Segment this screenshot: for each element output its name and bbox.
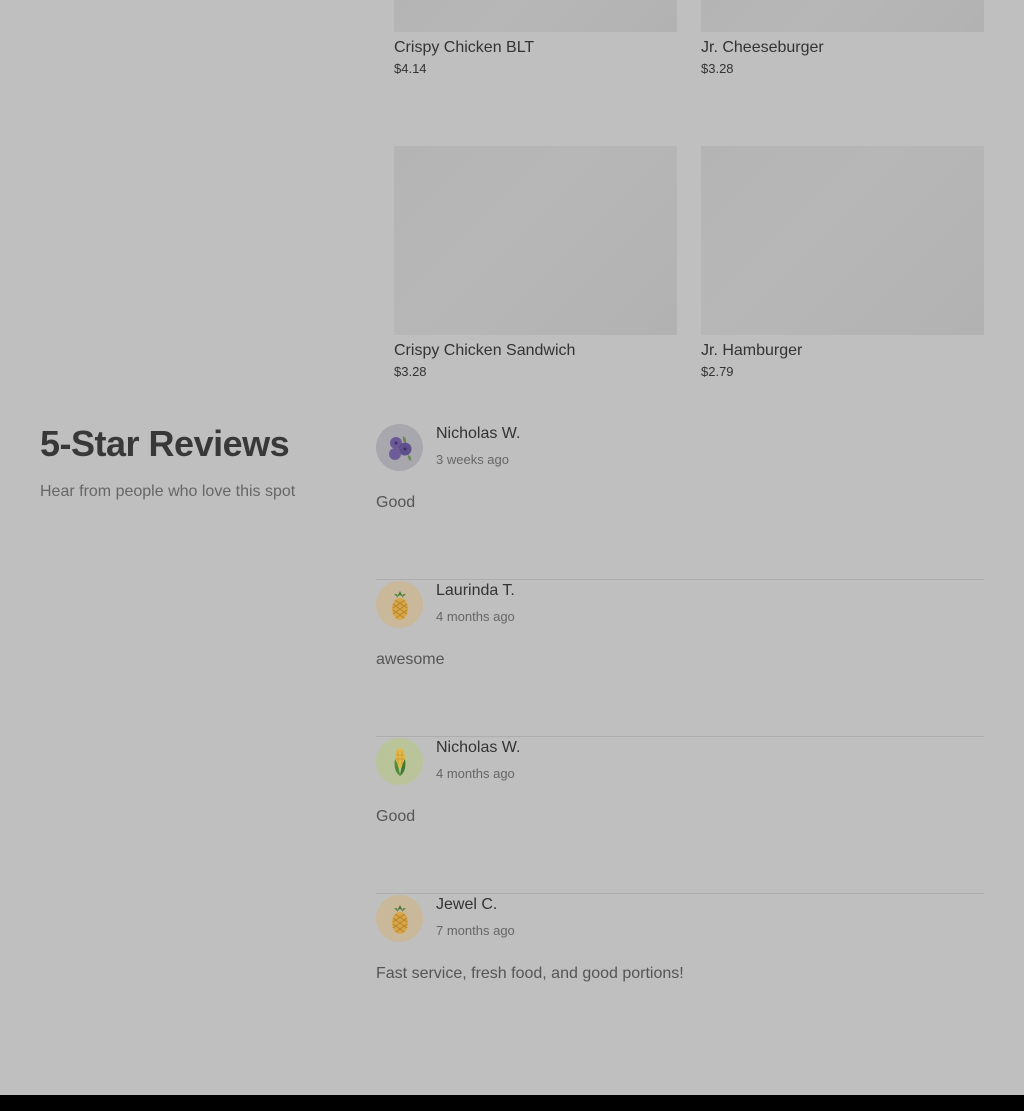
footer-bar — [0, 1095, 1024, 1111]
corn-icon — [376, 738, 423, 785]
menu-item-crispy-chicken-sandwich[interactable]: Crispy Chicken Sandwich $3.28 — [394, 77, 677, 380]
blueberry-icon — [376, 424, 423, 471]
reviews-subtitle: Hear from people who love this spot — [40, 483, 296, 500]
review-text: awesome — [376, 651, 445, 668]
review-text: Good — [376, 808, 416, 825]
menu-item-crispy-chicken-blt[interactable]: Crispy Chicken BLT $4.14 — [394, 0, 677, 77]
menu-item-jr-hamburger[interactable]: Jr. Hamburger $2.79 — [701, 77, 984, 380]
menu-item-name: Crispy Chicken BLT — [394, 39, 535, 56]
pineapple-icon — [376, 895, 423, 942]
reviews-header: 5-Star Reviews Hear from people who love… — [40, 423, 295, 501]
review-item: Nicholas W. 3 weeks ago Good — [376, 423, 984, 580]
review-item: Nicholas W. 4 months ago Good — [376, 737, 984, 894]
review-text: Good — [376, 494, 416, 511]
review-time: 4 months ago — [436, 609, 515, 624]
review-item: Jewel C. 7 months ago Fast service, fres… — [376, 894, 984, 1051]
reviews-list: Nicholas W. 3 weeks ago Good Laurinda T.… — [376, 423, 984, 1051]
reviews-title: 5-Star Reviews — [40, 423, 290, 464]
review-item: Laurinda T. 4 months ago awesome — [376, 580, 984, 737]
review-time: 7 months ago — [436, 923, 515, 938]
review-text: Fast service, fresh food, and good porti… — [376, 965, 684, 982]
menu-item-price: $2.79 — [701, 363, 734, 379]
review-time: 4 months ago — [436, 766, 515, 781]
menu-item-image — [394, 0, 677, 32]
menu-item-name: Jr. Hamburger — [701, 341, 803, 359]
review-time: 3 weeks ago — [436, 452, 509, 467]
menu-item-jr-cheeseburger[interactable]: Jr. Cheeseburger $3.28 — [701, 0, 984, 77]
menu-grid: Crispy Chicken BLT $4.14 Jr. Cheeseburge… — [394, 0, 984, 380]
menu-item-price: $4.14 — [394, 61, 427, 77]
review-author: Laurinda T. — [436, 582, 515, 599]
menu-item-image — [701, 0, 984, 32]
review-author: Nicholas W. — [436, 425, 521, 442]
menu-item-image — [701, 145, 984, 335]
pineapple-icon — [376, 581, 423, 628]
menu-item-price: $3.28 — [394, 363, 427, 379]
menu-item-image — [394, 145, 677, 335]
menu-item-name: Crispy Chicken Sandwich — [394, 341, 576, 359]
review-author: Jewel C. — [436, 896, 498, 913]
review-author: Nicholas W. — [436, 739, 521, 756]
menu-item-price: $3.28 — [701, 61, 734, 77]
menu-item-name: Jr. Cheeseburger — [701, 39, 824, 56]
